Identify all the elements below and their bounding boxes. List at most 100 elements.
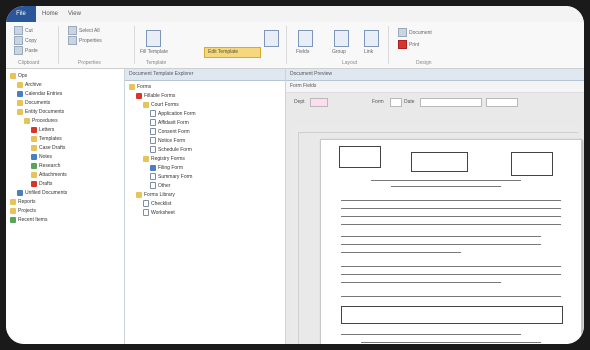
folder-icon xyxy=(31,171,37,178)
form-line xyxy=(391,186,501,187)
copy-button[interactable]: Copy xyxy=(14,36,37,45)
nav-tree-item[interactable]: Unfiled Documents xyxy=(6,189,124,198)
form-line xyxy=(341,216,561,217)
nav-tree-item[interactable]: Letters xyxy=(6,126,124,135)
template-tree-item[interactable]: Checklist xyxy=(125,200,285,209)
group-separator xyxy=(286,26,287,64)
select-all-button[interactable]: Select All xyxy=(68,26,100,35)
nav-tree-item-label: Recent Items xyxy=(18,217,48,223)
tab-view[interactable]: View xyxy=(68,6,81,22)
select-icon xyxy=(68,26,77,35)
doc-icon xyxy=(150,128,156,136)
group-label-layout: Layout xyxy=(342,60,358,66)
nav-tree-item[interactable]: Attachments xyxy=(6,171,124,180)
link-button[interactable]: Link xyxy=(364,49,373,55)
doc-icon xyxy=(150,182,156,190)
form-line xyxy=(341,296,561,297)
fill-template-button[interactable]: Fill Template xyxy=(140,49,168,55)
field-label-date: Date xyxy=(404,99,415,105)
app-window: File Home View Cut Copy Paste Clipboard … xyxy=(6,6,584,344)
template-tree-item[interactable]: Registry Forms xyxy=(125,155,285,164)
nav-tree-item-label: Calendar Entries xyxy=(25,91,63,97)
nav-tree-item[interactable]: Case Drafts xyxy=(6,144,124,153)
nav-tree-item[interactable]: Reports xyxy=(6,198,124,207)
nav-tree-item[interactable]: Projects xyxy=(6,207,124,216)
template-tree-item[interactable]: Affidavit Form xyxy=(125,119,285,128)
nav-tree-item[interactable]: Documents xyxy=(6,99,124,108)
folder-icon xyxy=(17,108,23,115)
template-tree-item[interactable]: Notice Form xyxy=(125,137,285,146)
fields-button[interactable]: Fields xyxy=(296,49,309,55)
document-button[interactable]: Document xyxy=(398,28,432,37)
document-title-bar: Document Preview xyxy=(286,69,584,81)
form-line xyxy=(371,180,521,181)
nav-tree-item[interactable]: Ops xyxy=(6,72,124,81)
document-icon[interactable] xyxy=(264,30,279,47)
nav-tree-item[interactable]: Procedures xyxy=(6,117,124,126)
template-tree-item-label: Notice Form xyxy=(158,138,186,144)
group-separator xyxy=(58,26,59,64)
red-icon xyxy=(31,126,37,133)
form-line xyxy=(341,244,541,245)
group-label-properties: Properties xyxy=(78,60,101,66)
scissors-icon xyxy=(14,26,23,35)
nav-tree-item[interactable]: Recent Items xyxy=(6,216,124,225)
template-tree-item[interactable]: Other xyxy=(125,182,285,191)
nav-tree-item[interactable]: Entity Documents xyxy=(6,108,124,117)
properties-button[interactable]: Properties xyxy=(68,36,102,45)
template-tree-item-label: Summary Form xyxy=(158,174,193,180)
template-tree-item-label: Fillable Forms xyxy=(144,93,176,99)
fill-template-icon[interactable] xyxy=(146,30,161,47)
template-tree-item[interactable]: Consent Form xyxy=(125,128,285,137)
file-tab[interactable]: File xyxy=(6,6,36,22)
nav-tree-item[interactable]: Research xyxy=(6,162,124,171)
ribbon: Cut Copy Paste Clipboard Select All Prop… xyxy=(6,22,584,69)
template-tree-item[interactable]: Court Forms xyxy=(125,101,285,110)
template-tree-item[interactable]: Forms xyxy=(125,83,285,92)
nav-tree-item[interactable]: Notes xyxy=(6,153,124,162)
folder-icon xyxy=(17,99,23,106)
template-tree-item[interactable]: Filing Form xyxy=(125,164,285,173)
date-range-field[interactable] xyxy=(486,98,518,107)
nav-tree-item[interactable]: Calendar Entries xyxy=(6,90,124,99)
edit-template-button[interactable]: Edit Template xyxy=(204,47,261,58)
template-tree-item[interactable]: Forms Library xyxy=(125,191,285,200)
group-separator xyxy=(388,26,389,64)
template-tree-item[interactable]: Schedule Form xyxy=(125,146,285,155)
cut-button[interactable]: Cut xyxy=(14,26,33,35)
template-tree-item-label: Other xyxy=(158,183,171,189)
doc-icon xyxy=(150,119,156,127)
folder-icon xyxy=(10,207,16,214)
nav-tree-item[interactable]: Templates xyxy=(6,135,124,144)
nav-tree-item-label: Projects xyxy=(18,208,37,214)
folder-icon xyxy=(31,135,37,142)
fields-icon[interactable] xyxy=(298,30,313,47)
doc-icon xyxy=(143,200,149,208)
date-field[interactable] xyxy=(420,98,482,107)
doc-icon xyxy=(150,146,156,154)
template-tree-item[interactable]: Application Form xyxy=(125,110,285,119)
paste-button[interactable]: Paste xyxy=(14,46,38,55)
form-field[interactable] xyxy=(390,98,402,107)
nav-tree-item[interactable]: Drafts xyxy=(6,180,124,189)
properties-icon xyxy=(68,36,77,45)
document-pane: Document Preview Form Fields Dept Form D… xyxy=(286,69,584,344)
nav-tree-item[interactable]: Archive xyxy=(6,81,124,90)
template-tree-item[interactable]: Summary Form xyxy=(125,173,285,182)
document-toolbar: Form Fields xyxy=(286,81,584,93)
template-tree-item[interactable]: Fillable Forms xyxy=(125,92,285,101)
print-button[interactable]: Print xyxy=(398,40,419,49)
group-button[interactable]: Group xyxy=(332,49,346,55)
blue-icon xyxy=(31,153,37,160)
group-icon[interactable] xyxy=(334,30,349,47)
tab-home[interactable]: Home xyxy=(42,6,58,22)
folder-icon xyxy=(143,155,149,162)
nav-tree-item-label: Ops xyxy=(18,73,28,79)
dept-field[interactable] xyxy=(310,98,328,107)
folder-icon xyxy=(10,198,16,205)
folder-icon xyxy=(129,83,135,90)
link-icon[interactable] xyxy=(364,30,379,47)
template-tree-item[interactable]: Worksheet xyxy=(125,209,285,218)
nav-tree-item-label: Documents xyxy=(25,100,51,106)
form-line xyxy=(341,200,561,201)
